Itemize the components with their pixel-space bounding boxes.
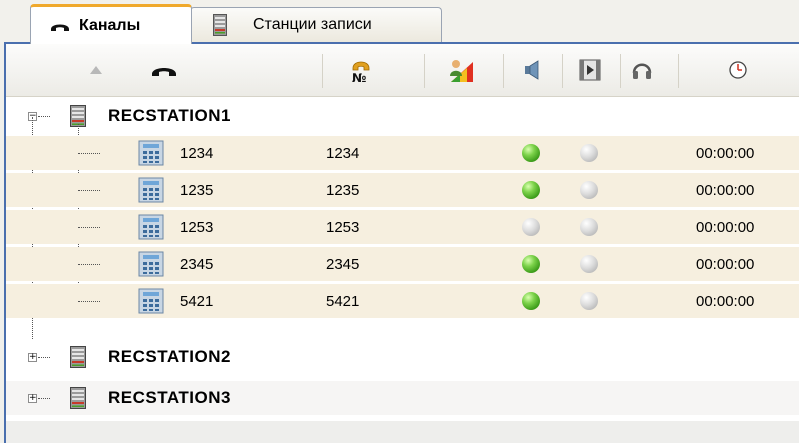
channel-number: 1253: [326, 218, 360, 236]
channel-name: 5421: [180, 292, 214, 310]
channel-duration: 00:00:00: [696, 218, 755, 236]
channel-number: 2345: [326, 255, 360, 273]
channel-row[interactable]: 5421 5421 00:00:00: [6, 284, 799, 318]
server-icon: [70, 381, 86, 415]
film-icon: [579, 59, 601, 81]
phone-handset-icon: [51, 24, 69, 31]
header-separator: [503, 54, 504, 88]
number-icon: №: [352, 61, 370, 84]
audio-status-indicator: [522, 284, 540, 318]
channels-panel: № − RECSTATION1 1234 1234 00:00:00 1235 …: [4, 42, 799, 443]
channel-name: 2345: [180, 255, 214, 273]
channel-name: 1234: [180, 144, 214, 162]
phone-device-icon: [138, 284, 164, 318]
tree-line: [78, 264, 100, 265]
channel-name: 1235: [180, 181, 214, 199]
phone-device-icon: [138, 136, 164, 170]
audio-column-header[interactable]: [511, 44, 555, 96]
channel-number: 1234: [326, 144, 360, 162]
header-separator: [322, 54, 323, 88]
phone-device-icon: [138, 173, 164, 207]
headphones-icon: [632, 63, 652, 79]
name-column-header[interactable]: [134, 44, 194, 96]
video-status-indicator: [580, 173, 598, 207]
audio-status-indicator: [522, 210, 540, 244]
video-status-indicator: [580, 210, 598, 244]
tree-line: [38, 398, 50, 399]
channel-duration: 00:00:00: [696, 181, 755, 199]
tab-strip: Каналы Станции записи: [0, 0, 799, 44]
audio-status-indicator: [522, 136, 540, 170]
header-separator: [562, 54, 563, 88]
server-icon: [70, 340, 86, 374]
tab-stations[interactable]: Станции записи: [190, 7, 442, 42]
audio-status-indicator: [522, 173, 540, 207]
tree-line: [38, 116, 50, 117]
video-status-indicator: [580, 136, 598, 170]
header-separator: [678, 54, 679, 88]
audio-status-indicator: [522, 247, 540, 281]
tree-line: [78, 227, 100, 228]
video-status-indicator: [580, 247, 598, 281]
sort-column-header[interactable]: [76, 44, 116, 96]
tree-line: [78, 301, 100, 302]
channel-row[interactable]: 1234 1234 00:00:00: [6, 136, 799, 170]
user-level-icon: [450, 60, 473, 82]
header-separator: [424, 54, 425, 88]
channel-number: 1235: [326, 181, 360, 199]
tab-stations-label: Станции записи: [253, 16, 372, 33]
speaker-icon: [525, 60, 539, 80]
sort-ascending-icon: [90, 66, 102, 74]
station-name: RECSTATION2: [108, 347, 231, 366]
phone-device-icon: [138, 210, 164, 244]
tab-channels[interactable]: Каналы: [30, 4, 192, 44]
server-icon: [213, 14, 227, 36]
channel-number: 5421: [326, 292, 360, 310]
clock-icon: [729, 61, 747, 79]
expand-toggle[interactable]: +: [28, 353, 37, 362]
channel-row[interactable]: 2345 2345 00:00:00: [6, 247, 799, 281]
phone-handset-icon: [152, 68, 176, 76]
expand-toggle[interactable]: +: [28, 394, 37, 403]
column-header: №: [6, 44, 799, 97]
channel-duration: 00:00:00: [696, 292, 755, 310]
station-row[interactable]: − RECSTATION1: [6, 99, 799, 133]
channel-duration: 00:00:00: [696, 255, 755, 273]
channel-row[interactable]: 1253 1253 00:00:00: [6, 210, 799, 244]
listen-column-header[interactable]: [620, 44, 664, 96]
phone-device-icon: [138, 247, 164, 281]
station-row[interactable]: + RECSTATION3: [6, 381, 799, 415]
video-column-header[interactable]: [568, 44, 612, 96]
tree-line: [38, 357, 50, 358]
video-status-indicator: [580, 284, 598, 318]
user-level-column-header[interactable]: [436, 44, 486, 96]
channel-duration: 00:00:00: [696, 144, 755, 162]
tree-line: [78, 153, 100, 154]
station-name: RECSTATION3: [108, 388, 231, 407]
tab-channels-label: Каналы: [79, 16, 141, 34]
svg-text:№: №: [352, 71, 366, 84]
empty-area: [6, 421, 799, 443]
number-column-header[interactable]: №: [336, 44, 386, 96]
duration-column-header[interactable]: [716, 44, 760, 96]
channel-name: 1253: [180, 218, 214, 236]
station-row[interactable]: + RECSTATION2: [6, 340, 799, 374]
channel-row[interactable]: 1235 1235 00:00:00: [6, 173, 799, 207]
tree-line: [78, 190, 100, 191]
station-name: RECSTATION1: [108, 106, 231, 125]
